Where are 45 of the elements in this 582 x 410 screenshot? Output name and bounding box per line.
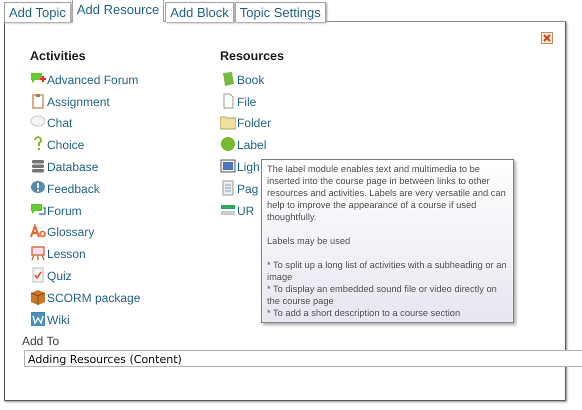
column-heading: Resources <box>220 49 285 65</box>
module-link[interactable]: Folder <box>237 116 272 130</box>
module-link[interactable]: SCORM package <box>47 290 140 305</box>
module-link[interactable]: Label <box>237 138 266 152</box>
module-link[interactable]: Book <box>237 72 264 87</box>
w-tile-icon <box>30 310 46 327</box>
module-link[interactable]: File <box>237 94 256 109</box>
tab[interactable]: Add Block <box>165 2 234 22</box>
module-link[interactable]: UR <box>237 204 254 218</box>
module-link[interactable]: Lesson <box>47 247 86 262</box>
tooltip-text: Labels may be used <box>267 235 352 247</box>
column-heading: Activities <box>30 49 87 65</box>
round-dot-icon <box>220 136 236 152</box>
easel-icon <box>30 245 46 262</box>
clipboard-icon <box>30 92 46 109</box>
database-icon <box>30 158 46 174</box>
dictionary-letters-icon <box>30 223 46 240</box>
module-link[interactable]: Choice <box>47 138 84 152</box>
module-link[interactable]: Wiki <box>47 312 70 327</box>
chat-bubbles-icon <box>30 202 46 218</box>
module-link[interactable]: Chat <box>47 116 72 130</box>
select-field[interactable]: Adding Resources (Content) <box>24 350 582 367</box>
tab[interactable]: Add Topic <box>4 2 71 22</box>
module-link[interactable]: Advanced Forum <box>47 72 138 87</box>
folder-icon <box>220 114 236 130</box>
module-link[interactable]: Quiz <box>47 268 72 283</box>
exclamation-bubble-icon <box>30 180 46 196</box>
tooltip-text: The label module enables text and multimedia to be inserted into the course page in between links to other resources and activities. Labels are very versatile and can help to improve the appearance of a course if used thoughtfully. <box>267 163 507 223</box>
module-link[interactable]: Assignment <box>47 94 110 109</box>
module-link[interactable]: Feedback <box>47 182 100 196</box>
image-icon <box>220 158 236 174</box>
module-link[interactable]: Glossary <box>47 225 94 240</box>
book-icon <box>220 70 236 87</box>
tab[interactable]: Add Resource <box>72 0 164 22</box>
package-box-icon <box>30 288 46 305</box>
tooltip-text: * To split up a long list of activities with a subheading or an image * To display an embedded sound file or video directly on the course page * To add a short description to a course section <box>267 259 508 319</box>
module-link[interactable]: Ligh <box>237 160 260 174</box>
module-link[interactable]: Database <box>47 160 98 174</box>
page-icon <box>220 180 236 196</box>
field-label: Add To <box>22 334 60 348</box>
module-link[interactable]: Pag <box>237 182 258 196</box>
module-link[interactable]: Forum <box>47 204 82 218</box>
close-icon[interactable] <box>541 32 553 44</box>
checked-page-icon <box>30 266 46 283</box>
tab[interactable]: Topic Settings <box>234 2 326 22</box>
